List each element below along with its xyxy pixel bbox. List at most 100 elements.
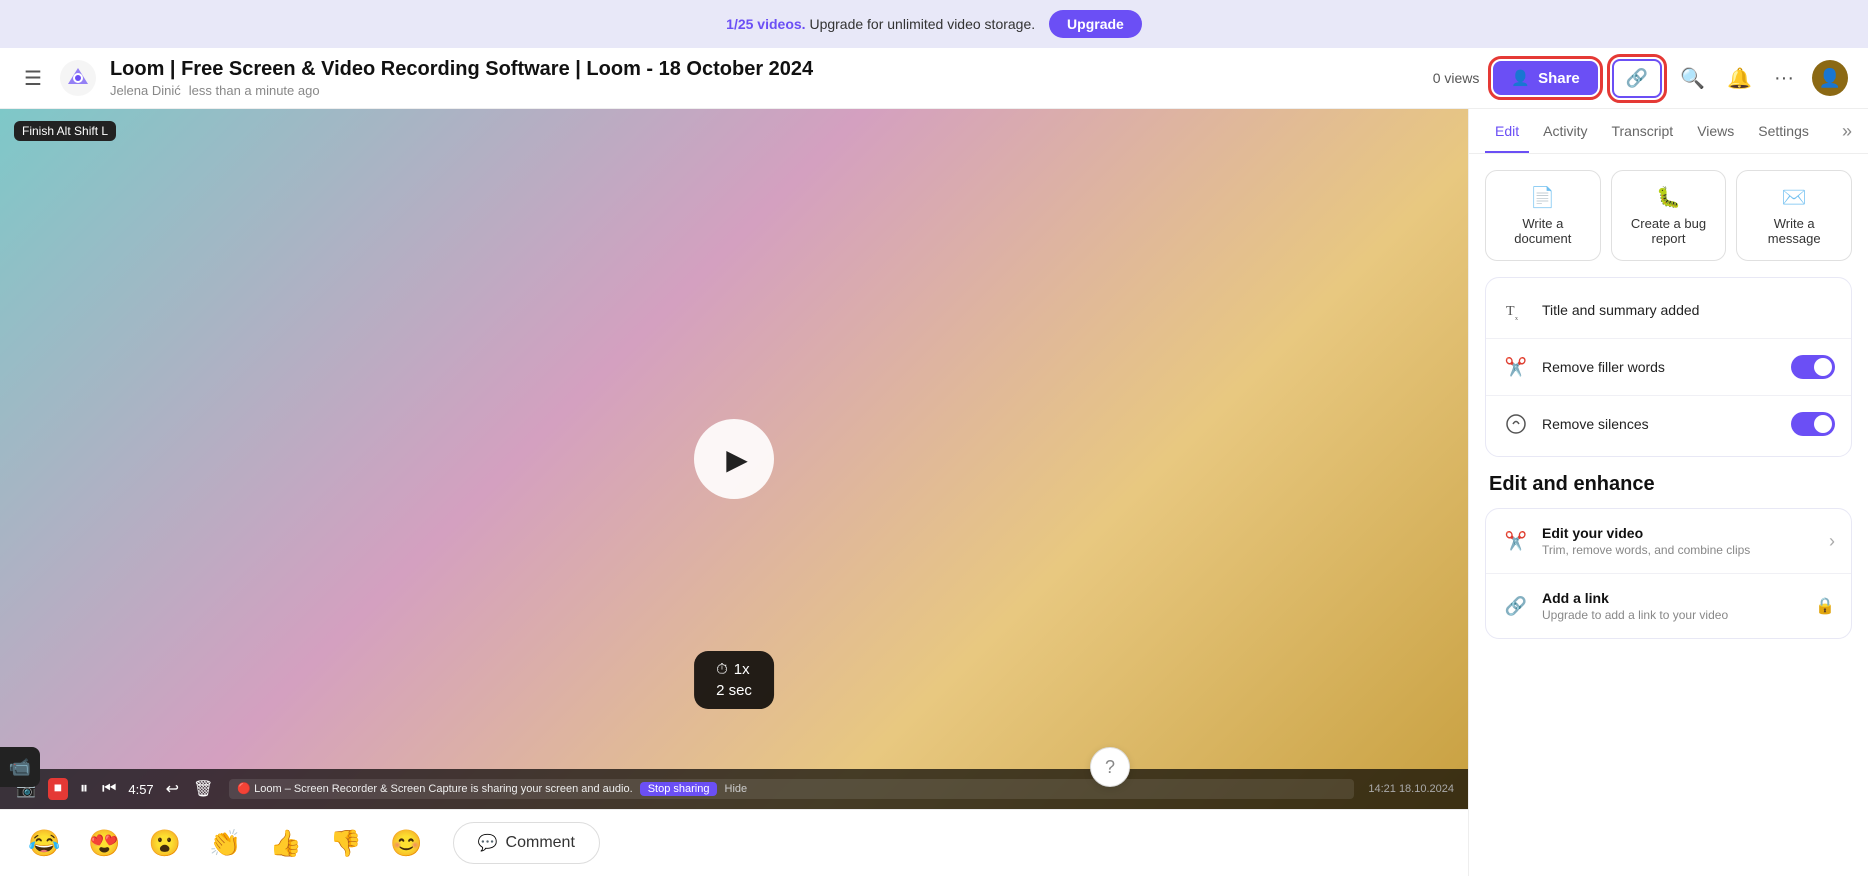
speed-line: ⏱ 1x: [716, 661, 752, 678]
sidebar-content: 📄 Write a document 🐛 Create a bug report…: [1469, 154, 1868, 876]
header-right: 0 views 👤 Share 🔗 🔍 🔔 ··· 👤: [1433, 59, 1848, 98]
clock-icon: ⏱: [716, 661, 728, 678]
share-button[interactable]: 👤 Share: [1493, 61, 1597, 95]
create-bug-report-card[interactable]: 🐛 Create a bug report: [1611, 170, 1727, 261]
write-doc-label: Write a document: [1498, 216, 1588, 246]
speed-badge: ⏱ 1x 2 sec: [694, 651, 774, 709]
write-msg-label: Write a message: [1749, 216, 1839, 246]
pause-button[interactable]: ⏸: [78, 778, 90, 800]
upgrade-button[interactable]: Upgrade: [1049, 10, 1142, 38]
bug-report-icon: 🐛: [1656, 185, 1681, 210]
header: ☰ Loom | Free Screen & Video Recording S…: [0, 48, 1868, 109]
tab-activity[interactable]: Activity: [1533, 109, 1597, 153]
hide-button[interactable]: Hide: [725, 783, 748, 795]
comment-button[interactable]: 💬 Comment: [453, 822, 600, 864]
svg-text:ₓ: ₓ: [1515, 311, 1518, 321]
remove-silences-row: Remove silences: [1486, 396, 1851, 452]
search-button[interactable]: 🔍: [1676, 62, 1709, 95]
bug-report-label: Create a bug report: [1624, 216, 1714, 246]
add-link-title: Add a link: [1542, 590, 1803, 606]
tab-transcript[interactable]: Transcript: [1601, 109, 1683, 153]
link-icon: 🔗: [1626, 68, 1648, 89]
video-panel: Finish Alt Shift L ⏱ 1x 2 sec 📷 ⏹ ⏸: [0, 109, 1468, 876]
header-title-block: Loom | Free Screen & Video Recording Sof…: [110, 58, 813, 98]
loom-logo: [60, 60, 96, 96]
upload-time: less than a minute ago: [189, 83, 320, 98]
title-summary-row: T ₓ Title and summary added: [1486, 282, 1851, 339]
emoji-love-button[interactable]: 😍: [80, 824, 128, 863]
play-button[interactable]: [694, 419, 774, 499]
sharing-notice: 🔴 Loom – Screen Recorder & Screen Captur…: [237, 783, 632, 795]
emoji-thumbsup-button[interactable]: 👍: [262, 824, 310, 863]
video-controls: 📷 ⏹ ⏸ ⏮ 4:57 ↩ 🗑 🔴 Loom – Screen Recorde…: [0, 769, 1468, 809]
banner-text: Upgrade for unlimited video storage.: [809, 16, 1035, 32]
feature-section: T ₓ Title and summary added ✂️ Remove fi…: [1485, 277, 1852, 457]
avatar: 👤: [1812, 60, 1848, 96]
author-name: Jelena Dinić: [110, 83, 181, 98]
edit-video-arrow: ›: [1829, 531, 1835, 552]
header-meta: Jelena Dinić less than a minute ago: [110, 83, 813, 98]
write-doc-icon: 📄: [1530, 185, 1555, 210]
comment-label: Comment: [506, 834, 575, 852]
emoji-surprised-button[interactable]: 😮: [141, 824, 189, 863]
ai-action-cards: 📄 Write a document 🐛 Create a bug report…: [1485, 170, 1852, 261]
sidebar-tabs: Edit Activity Transcript Views Settings …: [1469, 109, 1868, 154]
top-banner: 1/25 videos. Upgrade for unlimited video…: [0, 0, 1868, 48]
video-container: Finish Alt Shift L ⏱ 1x 2 sec 📷 ⏹ ⏸: [0, 109, 1468, 809]
time-elapsed: 2 sec: [716, 682, 752, 699]
filler-words-label: Remove filler words: [1542, 359, 1779, 375]
main-layout: Finish Alt Shift L ⏱ 1x 2 sec 📷 ⏹ ⏸: [0, 109, 1868, 876]
title-summary-label: Title and summary added: [1542, 302, 1835, 318]
edit-video-icon: ✂️: [1502, 527, 1530, 555]
write-msg-icon: ✉️: [1782, 185, 1807, 210]
title-summary-icon: T ₓ: [1502, 296, 1530, 324]
edit-video-sub: Trim, remove words, and combine clips: [1542, 543, 1817, 557]
remove-silences-icon: [1502, 410, 1530, 438]
share-icon: 👤: [1511, 69, 1530, 87]
remove-silences-toggle[interactable]: [1791, 412, 1835, 436]
add-link-row[interactable]: 🔗 Add a link Upgrade to add a link to yo…: [1486, 574, 1851, 638]
add-link-icon: 🔗: [1502, 592, 1530, 620]
svg-text:T: T: [1506, 304, 1515, 319]
finish-badge: Finish Alt Shift L: [14, 121, 116, 141]
filler-words-icon: ✂️: [1502, 353, 1530, 381]
expand-tabs-button[interactable]: »: [1842, 121, 1852, 142]
remove-silences-label: Remove silences: [1542, 416, 1779, 432]
emoji-thumbsdown-button[interactable]: 👎: [322, 824, 370, 863]
tab-views[interactable]: Views: [1687, 109, 1744, 153]
speed-value: 1x: [734, 661, 750, 678]
copy-link-button[interactable]: 🔗: [1612, 59, 1662, 98]
emoji-clap-button[interactable]: 👏: [201, 824, 249, 863]
right-sidebar: Edit Activity Transcript Views Settings …: [1468, 109, 1868, 876]
stop-sharing-button[interactable]: Stop sharing: [640, 782, 718, 796]
write-message-card[interactable]: ✉️ Write a message: [1736, 170, 1852, 261]
undo-button[interactable]: ↩: [164, 777, 181, 801]
edit-video-row[interactable]: ✂️ Edit your video Trim, remove words, a…: [1486, 509, 1851, 574]
add-link-text: Add a link Upgrade to add a link to your…: [1542, 590, 1803, 622]
datetime-display: 14:21 18.10.2024: [1368, 783, 1454, 795]
edit-video-text: Edit your video Trim, remove words, and …: [1542, 525, 1817, 557]
stop-button[interactable]: ⏹: [48, 778, 68, 800]
tab-edit[interactable]: Edit: [1485, 109, 1529, 153]
more-options-button[interactable]: ···: [1770, 63, 1798, 94]
video-count-link[interactable]: 1/25 videos.: [726, 16, 805, 32]
emoji-laugh-button[interactable]: 😂: [20, 824, 68, 863]
remove-filler-row: ✂️ Remove filler words: [1486, 339, 1851, 396]
header-left: ☰ Loom | Free Screen & Video Recording S…: [20, 58, 1419, 98]
hamburger-menu-button[interactable]: ☰: [20, 62, 46, 95]
rewind-button[interactable]: ⏮: [100, 778, 118, 800]
tab-settings[interactable]: Settings: [1748, 109, 1819, 153]
comment-icon: 💬: [478, 833, 498, 853]
camera-float-button[interactable]: 📹: [0, 747, 40, 787]
notifications-button[interactable]: 🔔: [1723, 62, 1756, 95]
video-thumbnail: Finish Alt Shift L ⏱ 1x 2 sec 📷 ⏹ ⏸: [0, 109, 1468, 809]
help-button[interactable]: ?: [1090, 747, 1130, 787]
delete-button[interactable]: 🗑: [191, 777, 215, 801]
page-title: Loom | Free Screen & Video Recording Sof…: [110, 58, 813, 81]
share-label: Share: [1538, 70, 1580, 87]
edit-enhance-title: Edit and enhance: [1485, 473, 1852, 496]
time-display: 4:57: [128, 782, 153, 797]
emoji-more-button[interactable]: 😊: [382, 824, 430, 863]
filler-words-toggle[interactable]: [1791, 355, 1835, 379]
write-document-card[interactable]: 📄 Write a document: [1485, 170, 1601, 261]
